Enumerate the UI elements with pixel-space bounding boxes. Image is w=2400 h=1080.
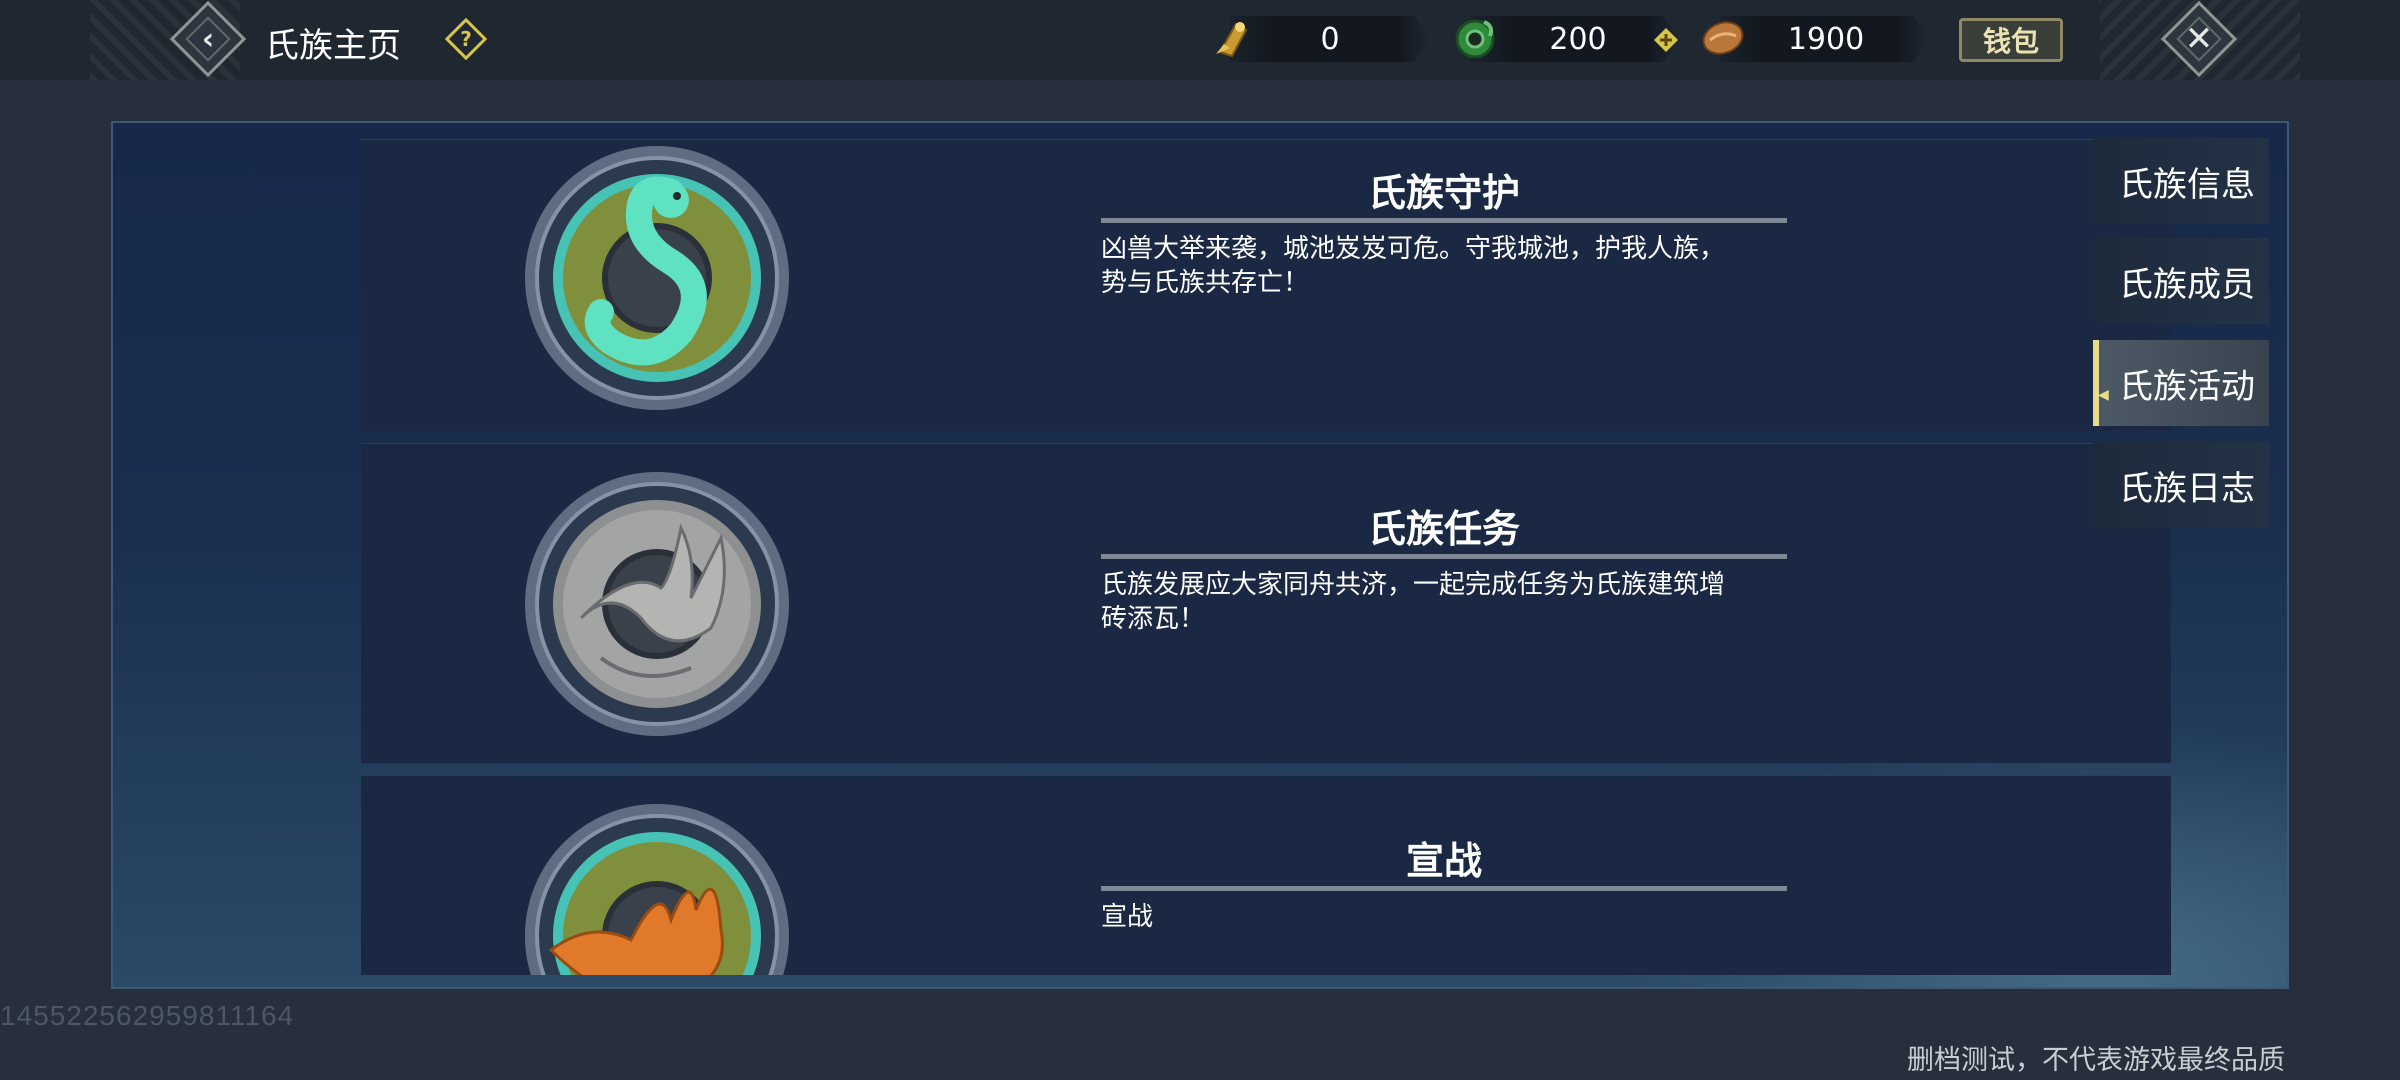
close-icon: ✕	[2184, 19, 2214, 59]
activity-card-declare-war[interactable]: 宣战 宣战	[361, 775, 2171, 975]
card-title: 氏族守护	[1367, 171, 1520, 215]
card-description: 凶兽大举来袭，城池岌岌可危。守我城池，护我人族， 势与氏族共存亡！	[1101, 232, 1787, 300]
resource-value-scroll: 0	[1320, 21, 1340, 57]
card-divider	[1101, 218, 1787, 223]
card-description-line: 凶兽大举来袭，城池岌岌可危。守我城池，护我人族，	[1101, 234, 1726, 264]
copper-coin-icon	[1702, 21, 1744, 55]
plus-icon	[1654, 28, 1678, 52]
page-title: 氏族主页	[265, 26, 401, 66]
resource-value-jade: 200	[1549, 21, 1607, 57]
gold-scroll-icon	[1216, 22, 1248, 58]
card-title: 氏族任务	[1367, 507, 1520, 551]
tab-clan-members[interactable]: 氏族成员	[2093, 238, 2269, 324]
jade-coin-icon	[1455, 19, 1495, 59]
back-button[interactable]: ‹	[169, 0, 247, 86]
card-description-line: 砖添瓦！	[1101, 604, 1206, 634]
user-id-watermark: 14552256295981​1164	[0, 1000, 295, 1031]
add-jade-button[interactable]	[1652, 26, 1680, 54]
beta-disclaimer: 删档测试，不代表游戏最终品质	[1907, 1045, 2285, 1076]
tab-clan-info[interactable]: 氏族信息	[2093, 138, 2269, 224]
resource-value-copper: 1900	[1787, 21, 1865, 57]
card-description: 宣战	[1101, 900, 1787, 934]
back-arrow-icon: ‹	[201, 21, 215, 57]
tab-clan-activity[interactable]: 氏族活动	[2093, 340, 2269, 426]
card-description: 氏族发展应大家同舟共济，一起完成任务为氏族建筑增 砖添瓦！	[1101, 568, 1787, 636]
card-divider	[1101, 554, 1787, 559]
fire-fox-emblem-icon	[525, 804, 789, 975]
activity-panel: 氏族守护 凶兽大举来袭，城池岌岌可危。守我城池，护我人族， 势与氏族共存亡！ 氏…	[111, 121, 2289, 989]
card-divider	[1101, 886, 1787, 891]
activity-card-clan-guard[interactable]: 氏族守护 凶兽大举来袭，城池岌岌可危。守我城池，护我人族， 势与氏族共存亡！	[361, 139, 2171, 431]
fox-emblem-icon	[525, 472, 789, 736]
close-button[interactable]: ✕	[2160, 0, 2240, 84]
question-icon: ?	[460, 27, 472, 51]
card-title: 宣战	[1405, 839, 1482, 883]
tab-clan-log[interactable]: 氏族日志	[2093, 442, 2269, 528]
card-description-line: 氏族发展应大家同舟共济，一起完成任务为氏族建筑增	[1101, 570, 1726, 600]
card-description-line: 势与氏族共存亡！	[1101, 268, 1310, 298]
snake-emblem-icon	[525, 146, 789, 410]
top-bar: ‹ 氏族主页 ? 0 200 1900 钱包 ✕	[0, 0, 2400, 80]
card-description-line: 宣战	[1101, 902, 1154, 932]
activity-card-clan-quest[interactable]: 氏族任务 氏族发展应大家同舟共济，一起完成任务为氏族建筑增 砖添瓦！	[361, 443, 2171, 763]
active-tab-indicator-icon: ◀	[2098, 387, 2109, 403]
wallet-button[interactable]: 钱包	[1959, 18, 2063, 62]
